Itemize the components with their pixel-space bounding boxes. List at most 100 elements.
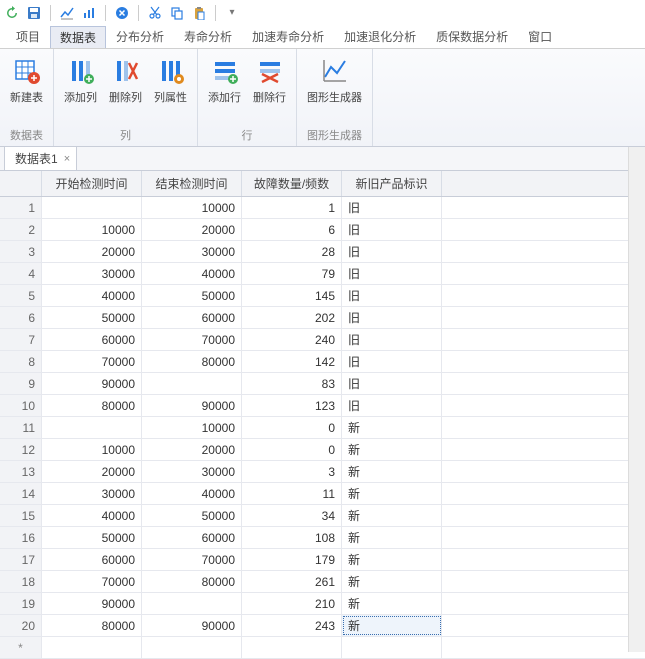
row-number[interactable]: 18 (0, 571, 42, 592)
cell-flag[interactable]: 新 (342, 483, 442, 504)
cell-flag[interactable]: 旧 (342, 219, 442, 240)
cell-end[interactable]: 30000 (142, 461, 242, 482)
cell-end[interactable]: 10000 (142, 197, 242, 218)
workspace-tab[interactable]: 数据表1 × (4, 146, 77, 170)
column-header[interactable]: 新旧产品标识 (342, 171, 442, 196)
menu-item[interactable]: 数据表 (50, 26, 106, 48)
row-number[interactable]: 9 (0, 373, 42, 394)
row-number[interactable]: 5 (0, 285, 42, 306)
cell-end[interactable]: 70000 (142, 329, 242, 350)
cell-fail[interactable]: 202 (242, 307, 342, 328)
cell-fail[interactable]: 243 (242, 615, 342, 636)
cell-flag[interactable]: 新 (342, 417, 442, 438)
cell-fail[interactable]: 79 (242, 263, 342, 284)
cell-fail[interactable]: 0 (242, 417, 342, 438)
cell-flag[interactable]: 新 (342, 505, 442, 526)
save-icon[interactable] (26, 5, 42, 21)
cell-end[interactable]: 40000 (142, 263, 242, 284)
row-number[interactable]: 13 (0, 461, 42, 482)
cell-end[interactable]: 90000 (142, 395, 242, 416)
cell-flag[interactable]: 旧 (342, 307, 442, 328)
cell-start[interactable] (42, 417, 142, 438)
empty-cell[interactable] (142, 637, 242, 658)
cell-end[interactable]: 60000 (142, 307, 242, 328)
close-icon[interactable]: × (64, 153, 70, 165)
cell-flag[interactable]: 新 (342, 615, 442, 636)
chart-line-icon[interactable] (59, 5, 75, 21)
cell-flag[interactable]: 新 (342, 571, 442, 592)
chart-bar-icon[interactable] (81, 5, 97, 21)
new-row-marker[interactable]: * (0, 637, 42, 658)
cell-fail[interactable]: 240 (242, 329, 342, 350)
cell-end[interactable]: 90000 (142, 615, 242, 636)
cell-fail[interactable]: 261 (242, 571, 342, 592)
cell-end[interactable]: 60000 (142, 527, 242, 548)
menu-item[interactable]: 分布分析 (106, 25, 174, 48)
empty-cell[interactable] (342, 637, 442, 658)
ribbon-button[interactable]: 列属性 (150, 53, 191, 107)
cell-start[interactable]: 30000 (42, 263, 142, 284)
cell-flag[interactable]: 新 (342, 549, 442, 570)
cell-end[interactable]: 80000 (142, 351, 242, 372)
cell-start[interactable]: 60000 (42, 549, 142, 570)
row-number[interactable]: 11 (0, 417, 42, 438)
cell-flag[interactable]: 新 (342, 593, 442, 614)
cell-fail[interactable]: 145 (242, 285, 342, 306)
cell-start[interactable]: 30000 (42, 483, 142, 504)
cell-fail[interactable]: 123 (242, 395, 342, 416)
cell-fail[interactable]: 108 (242, 527, 342, 548)
cell-start[interactable]: 50000 (42, 307, 142, 328)
empty-cell[interactable] (42, 637, 142, 658)
cell-fail[interactable]: 210 (242, 593, 342, 614)
ribbon-button[interactable]: 添加行 (204, 53, 245, 107)
row-number[interactable]: 10 (0, 395, 42, 416)
cell-end[interactable]: 70000 (142, 549, 242, 570)
cell-fail[interactable]: 3 (242, 461, 342, 482)
refresh-icon[interactable] (4, 5, 20, 21)
paste-icon[interactable] (191, 5, 207, 21)
row-number[interactable]: 4 (0, 263, 42, 284)
cell-fail[interactable]: 142 (242, 351, 342, 372)
row-number[interactable]: 12 (0, 439, 42, 460)
cell-flag[interactable]: 旧 (342, 395, 442, 416)
close-circle-icon[interactable] (114, 5, 130, 21)
menu-item[interactable]: 加速寿命分析 (242, 25, 334, 48)
cell-fail[interactable]: 1 (242, 197, 342, 218)
cell-start[interactable]: 20000 (42, 461, 142, 482)
cell-flag[interactable]: 旧 (342, 241, 442, 262)
cell-flag[interactable]: 旧 (342, 351, 442, 372)
row-number[interactable]: 2 (0, 219, 42, 240)
row-number[interactable]: 1 (0, 197, 42, 218)
cell-start[interactable]: 80000 (42, 615, 142, 636)
cell-end[interactable]: 10000 (142, 417, 242, 438)
cell-fail[interactable]: 6 (242, 219, 342, 240)
row-number[interactable]: 6 (0, 307, 42, 328)
cell-flag[interactable]: 旧 (342, 329, 442, 350)
column-header[interactable]: 故障数量/频数 (242, 171, 342, 196)
cell-start[interactable]: 40000 (42, 505, 142, 526)
row-number[interactable]: 15 (0, 505, 42, 526)
ribbon-button[interactable]: 新建表 (6, 53, 47, 107)
column-header[interactable]: 开始检测时间 (42, 171, 142, 196)
column-header[interactable]: 结束检测时间 (142, 171, 242, 196)
cell-fail[interactable]: 0 (242, 439, 342, 460)
cell-start[interactable]: 90000 (42, 373, 142, 394)
cell-flag[interactable]: 旧 (342, 373, 442, 394)
cell-flag[interactable]: 旧 (342, 197, 442, 218)
cell-flag[interactable]: 新 (342, 461, 442, 482)
copy-icon[interactable] (169, 5, 185, 21)
cell-end[interactable]: 50000 (142, 505, 242, 526)
menu-item[interactable]: 寿命分析 (174, 25, 242, 48)
row-number[interactable]: 19 (0, 593, 42, 614)
cell-start[interactable]: 90000 (42, 593, 142, 614)
empty-cell[interactable] (242, 637, 342, 658)
cell-fail[interactable]: 11 (242, 483, 342, 504)
cell-flag[interactable]: 新 (342, 439, 442, 460)
cell-fail[interactable]: 83 (242, 373, 342, 394)
cell-start[interactable]: 70000 (42, 351, 142, 372)
row-number[interactable]: 3 (0, 241, 42, 262)
cell-start[interactable]: 50000 (42, 527, 142, 548)
menu-item[interactable]: 质保数据分析 (426, 25, 518, 48)
cell-fail[interactable]: 179 (242, 549, 342, 570)
cell-start[interactable]: 70000 (42, 571, 142, 592)
